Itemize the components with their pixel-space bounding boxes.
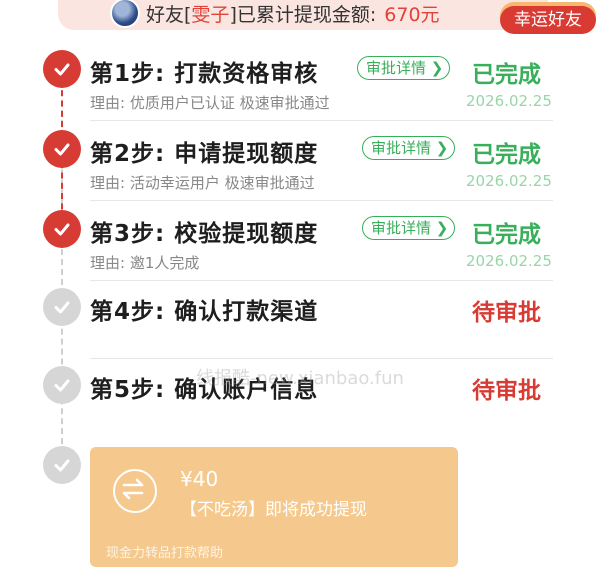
watermark: 线报酷-new.xianbao.fun bbox=[196, 368, 404, 389]
step-date: 2026.02.25 bbox=[466, 92, 552, 110]
step-title: 第2步: 申请提现额度 bbox=[90, 141, 319, 167]
approval-details-button[interactable]: 审批详情 ❯ bbox=[362, 216, 456, 240]
friend-name: 雯子 bbox=[191, 3, 230, 26]
check-circle-icon bbox=[43, 130, 81, 168]
check-circle-icon bbox=[43, 210, 81, 248]
check-circle-icon bbox=[43, 446, 81, 484]
approval-details-button[interactable]: 审批详情 ❯ bbox=[362, 136, 456, 160]
card-amount: ¥40 bbox=[180, 467, 219, 491]
approval-details-button[interactable]: 审批详情 ❯ bbox=[357, 56, 451, 80]
divider bbox=[90, 120, 553, 121]
withdraw-card[interactable]: ¥40 【不吃汤】即将成功提现 现金力转品打款帮助 bbox=[90, 447, 458, 567]
step-status: 已完成 bbox=[472, 222, 541, 248]
step-title: 第3步: 校验提现额度 bbox=[90, 221, 319, 247]
step-reason: 理由: 邀1人完成 bbox=[90, 254, 200, 272]
withdraw-summary-banner: 好友[雯子]已累计提现金额: 670元 bbox=[58, 0, 548, 30]
step-title: 第1步: 打款资格审核 bbox=[90, 61, 319, 87]
check-circle-icon bbox=[43, 50, 81, 88]
transfer-icon bbox=[113, 469, 157, 513]
step-status: 待审批 bbox=[472, 300, 541, 326]
divider bbox=[90, 280, 553, 281]
step-date: 2026.02.25 bbox=[466, 172, 552, 190]
step-title: 第4步: 确认打款渠道 bbox=[90, 299, 319, 325]
step-date: 2026.02.25 bbox=[466, 252, 552, 270]
step-status: 已完成 bbox=[472, 142, 541, 168]
lucky-friend-badge: 幸运好友 bbox=[500, 6, 596, 34]
step-status: 已完成 bbox=[472, 62, 541, 88]
divider bbox=[90, 200, 553, 201]
check-circle-icon bbox=[43, 366, 81, 404]
check-circle-icon bbox=[43, 288, 81, 326]
card-message: 【不吃汤】即将成功提现 bbox=[180, 500, 367, 520]
friend-avatar bbox=[110, 0, 140, 28]
banner-text: 好友[雯子]已累计提现金额: 670元 bbox=[146, 3, 440, 26]
step-status: 待审批 bbox=[472, 378, 541, 404]
step-reason: 理由: 活动幸运用户 极速审批通过 bbox=[90, 174, 315, 192]
step-reason: 理由: 优质用户已认证 极速审批通过 bbox=[90, 94, 330, 112]
divider bbox=[90, 358, 553, 359]
total-withdraw-amount: 670元 bbox=[384, 3, 440, 26]
